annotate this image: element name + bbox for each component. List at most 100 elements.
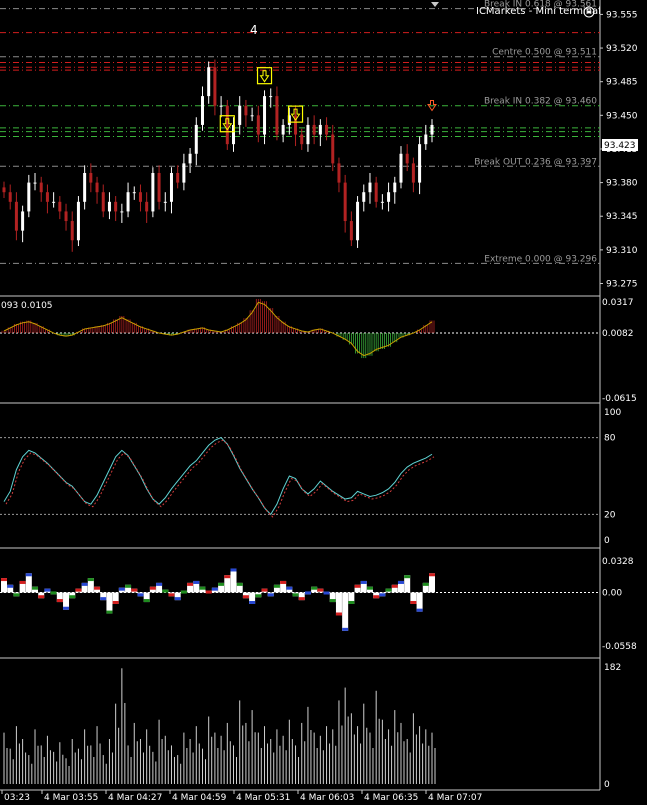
time-tick-label: 4 Mar 03:55 <box>44 793 98 803</box>
hist-bar-tip <box>230 568 237 572</box>
hist-bar-tip <box>298 597 305 601</box>
candle-body <box>281 124 285 135</box>
counter-label: 4 <box>250 23 258 37</box>
hist-bar-tip <box>38 595 45 599</box>
candle-body <box>349 221 353 241</box>
price-tick-label: 93.380 <box>606 179 638 189</box>
candle-body <box>306 124 310 145</box>
stoch-tick-label: 0 <box>604 536 610 546</box>
candle-body <box>256 115 260 135</box>
hist-bar-tip <box>342 627 349 631</box>
hist-bar-tip <box>280 580 287 584</box>
hist-bar-tip <box>366 586 373 590</box>
stoch-tick-label: 80 <box>604 434 616 444</box>
level-label: Centre 0.500 @ 93.511 <box>492 48 597 58</box>
volume-tick-label: 182 <box>604 663 621 673</box>
candle-body <box>380 201 384 203</box>
hist-bar-tip <box>75 588 82 592</box>
candle-body <box>8 192 12 202</box>
time-tick-label: 4 Mar 05:31 <box>236 793 290 803</box>
candle-body <box>70 221 74 241</box>
candle-body <box>39 182 43 193</box>
candle-body <box>188 153 192 164</box>
level-label: Extreme 0.000 @ 93.296 <box>484 254 597 264</box>
candle-body <box>325 124 329 135</box>
hist-bar-tip <box>168 593 175 597</box>
candle-body <box>387 192 391 202</box>
stoch-tick-label: 20 <box>604 510 616 520</box>
stoch-tick-label: 100 <box>604 408 621 418</box>
candle-body <box>114 201 118 212</box>
hist-bar-tip <box>56 599 63 603</box>
candle-body <box>219 105 223 107</box>
candle-body <box>399 153 403 183</box>
candle-body <box>356 201 360 241</box>
candle-body <box>126 192 130 212</box>
hist-bar-tip <box>311 586 318 590</box>
hist-bar-tip <box>199 586 206 590</box>
price-tick-label: 93.275 <box>606 280 638 290</box>
price-tick-label: 93.310 <box>606 246 638 256</box>
candle-body <box>163 201 167 203</box>
hist-bar-tip <box>360 580 367 584</box>
candle-body <box>368 182 372 193</box>
candle-body <box>362 192 366 202</box>
candle-body <box>76 201 80 241</box>
hist-bar-tip <box>410 600 417 604</box>
candle-body <box>2 187 6 193</box>
candle-body <box>64 211 68 222</box>
hist-bar <box>106 592 113 614</box>
candle-body <box>263 96 267 135</box>
macd-tick-label: 0.0317 <box>602 298 634 308</box>
candle-body <box>138 192 142 202</box>
hist-bar-tip <box>391 584 398 588</box>
candle-body <box>331 134 335 164</box>
hist-bar-tip <box>242 595 249 599</box>
candle-body <box>225 105 229 145</box>
hist-bar-tip <box>87 578 94 582</box>
candle-body <box>33 182 37 184</box>
candle-body <box>157 172 161 202</box>
hist-bar-tip <box>193 580 200 584</box>
hist-bar-tip <box>149 586 156 590</box>
hist-bar-tip <box>218 582 225 586</box>
candle-body <box>393 182 397 193</box>
hist-bar-tip <box>180 590 187 594</box>
hist-bar-tip <box>273 584 280 588</box>
candle-body <box>132 192 136 194</box>
hist-bar-tip <box>348 600 355 604</box>
chart-window[interactable]: Break IN 0.618 @ 93.561Centre 0.500 @ 93… <box>0 0 647 805</box>
macd-params-label: 093 0.0105 <box>1 301 53 311</box>
hist-bar-tip <box>19 580 26 584</box>
candle-body <box>45 192 49 202</box>
hist-bar-tip <box>224 575 231 579</box>
candle-body <box>318 124 322 135</box>
hist-tick-label: 0.0328 <box>602 557 634 567</box>
candle-body <box>275 96 279 135</box>
candle-body <box>83 172 87 202</box>
candle-body <box>430 124 434 135</box>
hist-bar-tip <box>335 612 342 616</box>
candle-body <box>343 182 347 222</box>
hist-bar-tip <box>7 584 14 588</box>
hist-bar-tip <box>1 578 7 582</box>
candle-body <box>269 96 273 98</box>
hist-bar-tip <box>429 573 435 577</box>
level-label: Break IN 0.382 @ 93.460 <box>484 97 597 107</box>
hist-bar-tip <box>329 599 336 603</box>
hist-bar-tip <box>323 591 330 595</box>
volume-tick-label: 0 <box>604 780 610 790</box>
candle-body <box>176 172 180 183</box>
hist-tick-label: -0.0558 <box>602 642 637 652</box>
candle-body <box>89 172 93 183</box>
hist-bar-tip <box>304 591 311 595</box>
hist-bar-tip <box>211 587 218 591</box>
hist-bar-tip <box>94 586 101 590</box>
hist-bar-tip <box>50 591 57 595</box>
candle-body <box>418 144 422 183</box>
hist-bar-tip <box>69 595 76 599</box>
hist-bar-tip <box>205 590 212 594</box>
hist-bar-tip <box>137 593 144 597</box>
current-price-tag: 93.423 <box>602 139 638 151</box>
hist-bar-tip <box>267 593 274 597</box>
